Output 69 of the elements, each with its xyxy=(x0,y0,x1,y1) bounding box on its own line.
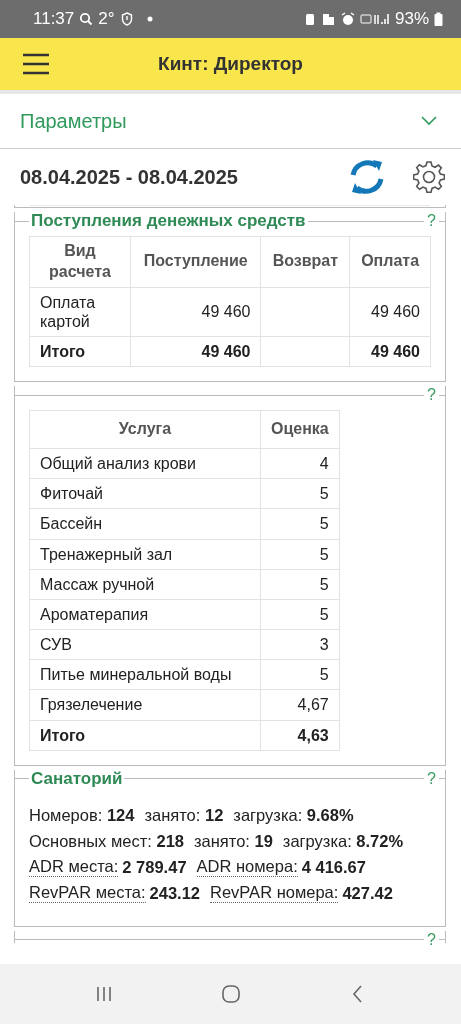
panel-title: Санаторий xyxy=(29,768,125,789)
menu-icon[interactable] xyxy=(22,53,50,75)
stat-text: Основных мест: 218 xyxy=(29,830,184,852)
stat-text: занято: 19 xyxy=(194,830,273,852)
building-icon xyxy=(321,12,336,26)
stat-link[interactable]: RevPAR номера: xyxy=(210,882,339,904)
settings-icon[interactable] xyxy=(413,161,445,193)
shield-icon xyxy=(119,12,134,26)
table-cell: 4,63 xyxy=(260,720,340,751)
table-cell: 49 460 xyxy=(130,287,261,337)
table-cell: 5 xyxy=(260,508,340,539)
table-cell: 49 460 xyxy=(349,336,431,367)
stat-value: 427.42 xyxy=(342,882,393,904)
table-cell: Грязелечение xyxy=(29,689,261,721)
table-cell: 5 xyxy=(260,539,340,570)
table-cell: Питье минеральной воды xyxy=(29,659,261,690)
stat-value: 243.12 xyxy=(149,882,200,904)
temperature: 2° xyxy=(98,9,115,29)
column-header: Оценка xyxy=(260,410,340,449)
table-cell: Бассейн xyxy=(29,508,261,539)
column-header: Возврат xyxy=(260,236,350,288)
column-header: Оплата xyxy=(349,236,431,288)
table-cell: 3 xyxy=(260,629,340,660)
table-cell: 5 xyxy=(260,569,340,600)
table-cell: Ароматерапия xyxy=(29,599,261,630)
column-header: Услуга xyxy=(29,410,261,449)
search-icon xyxy=(79,12,94,26)
table-cell: Итого xyxy=(29,720,261,751)
table-cell: 5 xyxy=(260,599,340,630)
stat-link[interactable]: ADR номера: xyxy=(196,856,298,878)
stat-text: Номеров: 124 xyxy=(29,804,135,826)
stat-link[interactable]: ADR места: xyxy=(29,856,119,878)
table-cell: 49 460 xyxy=(349,287,431,337)
network-icon xyxy=(359,12,390,26)
clock: 11:37 xyxy=(33,9,75,29)
stat-text: загрузка: 9.68% xyxy=(233,804,354,826)
stat-value: 4 416.67 xyxy=(301,856,366,878)
table-cell: Массаж ручной xyxy=(29,569,261,600)
table-cell: Итого xyxy=(29,336,131,367)
table-cell: Общий анализ крови xyxy=(29,448,261,479)
parameters-header[interactable]: Параметры xyxy=(0,94,461,149)
help-link[interactable]: ? xyxy=(424,212,439,230)
stat-text: загрузка: 8.72% xyxy=(282,830,404,852)
date-range[interactable]: 08.04.2025 - 08.04.2025 xyxy=(20,165,347,189)
table-cell: Фиточай xyxy=(29,478,261,509)
table-cell: 49 460 xyxy=(130,336,261,367)
alarm-icon xyxy=(340,12,355,26)
table-cell: 4 xyxy=(260,448,340,479)
notification-dot-icon xyxy=(146,16,153,22)
column-header: Вид расчета xyxy=(29,236,131,288)
battery-icon xyxy=(434,12,443,26)
table-cell: Тренажерный зал xyxy=(29,539,261,570)
app-title: Кинт: Директор xyxy=(158,53,303,75)
table-cell: 5 xyxy=(260,659,340,690)
help-link[interactable]: ? xyxy=(424,386,439,405)
stat-link[interactable]: RevPAR места: xyxy=(29,882,146,904)
panel-title: Поступления денежных средств xyxy=(29,211,308,231)
table-cell: 4,67 xyxy=(260,689,340,721)
stat-value: 2 789.47 xyxy=(122,856,187,878)
help-link[interactable]: ? xyxy=(424,769,439,788)
column-header: Поступление xyxy=(130,236,261,288)
stat-text: занято: 12 xyxy=(144,804,224,826)
table-cell: Оплата картой xyxy=(29,287,131,337)
battery-level: 93% xyxy=(394,9,429,29)
table-cell: 5 xyxy=(260,478,340,509)
table-cell: СУВ xyxy=(29,629,261,660)
chevron-icon xyxy=(421,116,437,126)
home-icon[interactable] xyxy=(220,984,241,1004)
help-link[interactable]: ? xyxy=(424,930,439,949)
